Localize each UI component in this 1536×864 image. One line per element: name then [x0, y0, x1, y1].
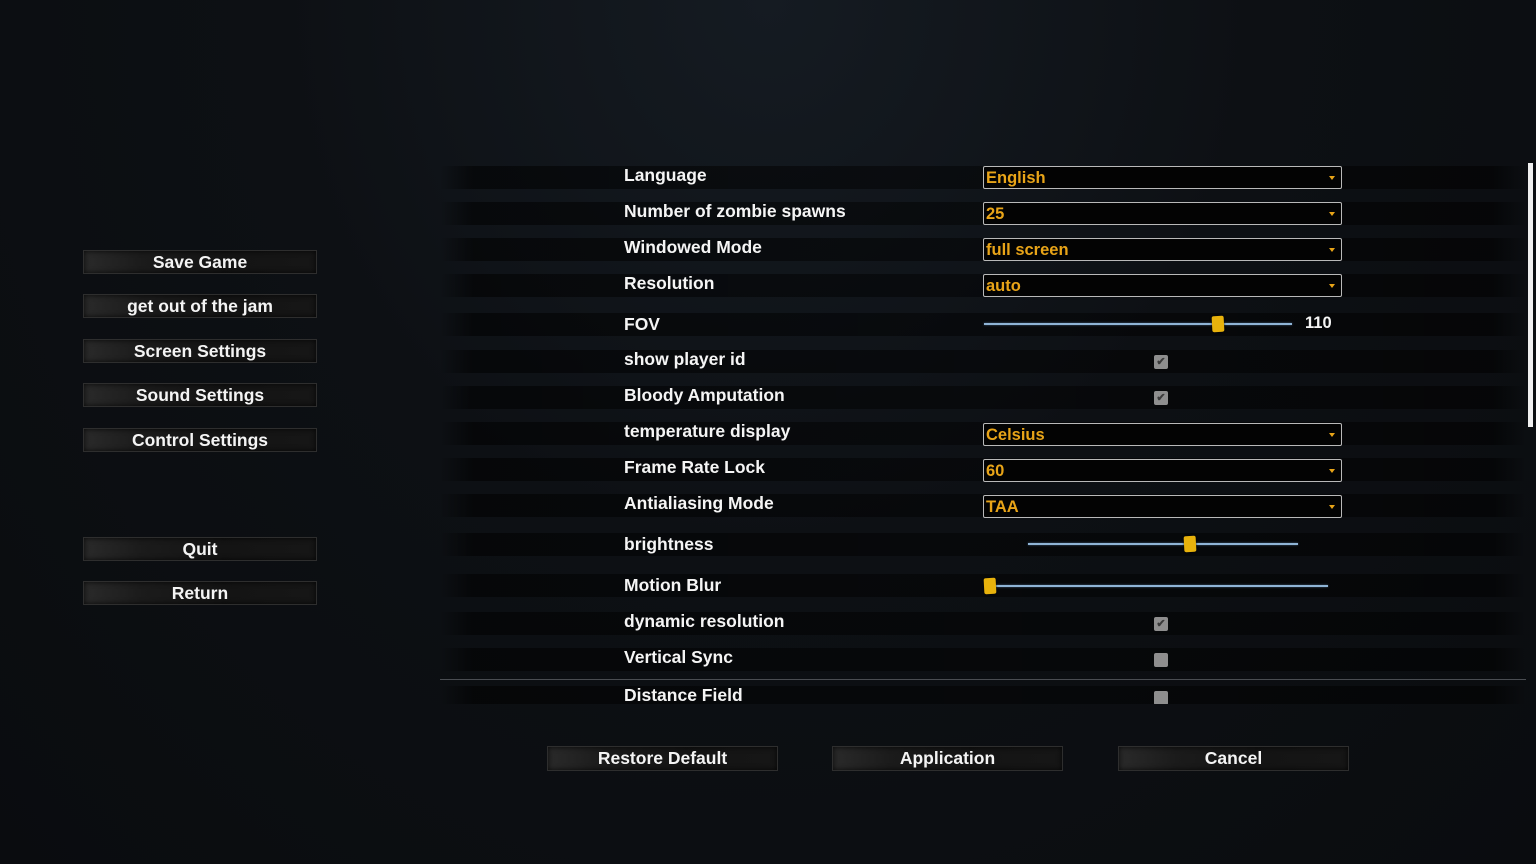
return-button[interactable]: Return	[83, 581, 317, 605]
get-out-of-jam-button[interactable]: get out of the jam	[83, 294, 317, 318]
setting-row-language: Language English	[440, 162, 1526, 198]
setting-row-fov: FOV 110	[440, 307, 1526, 347]
bloody-amputation-checkbox[interactable]: ✔	[1154, 391, 1168, 405]
row-stripe	[440, 386, 1526, 409]
antialiasing-mode-dropdown[interactable]: TAA	[983, 495, 1342, 518]
application-button[interactable]: Application	[832, 746, 1063, 771]
quit-button[interactable]: Quit	[83, 537, 317, 561]
setting-row-distance-field: Distance Field	[440, 682, 1526, 704]
frame-rate-lock-label: Frame Rate Lock	[624, 457, 766, 477]
temperature-display-value: Celsius	[986, 426, 1045, 444]
fov-slider-handle[interactable]	[1211, 315, 1225, 333]
chevron-down-icon	[1329, 433, 1335, 437]
setting-row-dynamic-resolution: dynamic resolution ✔	[440, 608, 1526, 644]
motion-blur-label: Motion Blur	[624, 575, 722, 595]
windowed-mode-dropdown[interactable]: full screen	[983, 238, 1342, 261]
show-player-id-label: show player id	[624, 349, 746, 369]
application-label: Application	[899, 748, 996, 768]
zombie-spawns-value: 25	[986, 205, 1005, 223]
get-out-of-jam-label: get out of the jam	[127, 295, 273, 316]
restore-default-label: Restore Default	[597, 748, 728, 768]
chevron-down-icon	[1329, 505, 1335, 509]
screen-settings-button[interactable]: Screen Settings	[83, 339, 317, 363]
zombie-spawns-label: Number of zombie spawns	[624, 201, 846, 221]
fov-slider-track[interactable]	[984, 323, 1292, 325]
motion-blur-slider-handle[interactable]	[983, 577, 997, 595]
sound-settings-label: Sound Settings	[135, 384, 265, 405]
checkmark-icon: ✔	[1156, 355, 1166, 368]
zombie-spawns-dropdown[interactable]: 25	[983, 202, 1342, 225]
temperature-display-dropdown[interactable]: Celsius	[983, 423, 1342, 446]
language-value: English	[986, 169, 1046, 187]
motion-blur-slider-track[interactable]	[990, 585, 1328, 587]
return-label: Return	[171, 582, 229, 603]
setting-row-vertical-sync: Vertical Sync	[440, 644, 1526, 680]
vertical-sync-label: Vertical Sync	[624, 647, 733, 667]
fov-label: FOV	[624, 314, 660, 334]
fov-value: 110	[1305, 314, 1332, 332]
row-stripe	[440, 533, 1526, 556]
brightness-label: brightness	[624, 534, 714, 554]
restore-default-button[interactable]: Restore Default	[547, 746, 778, 771]
checkmark-icon: ✔	[1156, 391, 1166, 404]
resolution-dropdown[interactable]: auto	[983, 274, 1342, 297]
screen-settings-label: Screen Settings	[133, 340, 267, 361]
dynamic-resolution-label: dynamic resolution	[624, 611, 785, 631]
setting-row-resolution: Resolution auto	[440, 270, 1526, 306]
antialiasing-mode-label: Antialiasing Mode	[624, 493, 774, 513]
distance-field-label: Distance Field	[624, 685, 743, 704]
save-game-label: Save Game	[152, 251, 248, 272]
resolution-label: Resolution	[624, 273, 715, 293]
checkmark-icon: ✔	[1156, 617, 1166, 630]
save-game-button[interactable]: Save Game	[83, 250, 317, 274]
settings-panel: Language English Number of zombie spawns…	[440, 162, 1526, 704]
sound-settings-button[interactable]: Sound Settings	[83, 383, 317, 407]
setting-row-frame-rate-lock: Frame Rate Lock 60	[440, 454, 1526, 490]
language-dropdown[interactable]: English	[983, 166, 1342, 189]
brightness-slider-track[interactable]	[1028, 543, 1298, 545]
panel-divider	[440, 679, 1526, 680]
dynamic-resolution-checkbox[interactable]: ✔	[1154, 617, 1168, 631]
brightness-slider-handle[interactable]	[1183, 535, 1197, 553]
setting-row-show-player-id: show player id ✔	[440, 346, 1526, 382]
bloody-amputation-label: Bloody Amputation	[624, 385, 785, 405]
windowed-mode-value: full screen	[986, 241, 1069, 259]
control-settings-button[interactable]: Control Settings	[83, 428, 317, 452]
row-stripe	[440, 648, 1526, 671]
language-label: Language	[624, 165, 707, 185]
windowed-mode-label: Windowed Mode	[624, 237, 762, 257]
temperature-display-label: temperature display	[624, 421, 791, 441]
row-stripe	[440, 612, 1526, 635]
row-stripe	[440, 313, 1526, 336]
setting-row-temperature-display: temperature display Celsius	[440, 418, 1526, 454]
chevron-down-icon	[1329, 469, 1335, 473]
setting-row-antialiasing-mode: Antialiasing Mode TAA	[440, 490, 1526, 526]
row-stripe	[440, 686, 1526, 704]
setting-row-windowed-mode: Windowed Mode full screen	[440, 234, 1526, 270]
cancel-button[interactable]: Cancel	[1118, 746, 1349, 771]
vertical-sync-checkbox[interactable]	[1154, 653, 1168, 667]
cancel-label: Cancel	[1204, 748, 1263, 768]
row-stripe	[440, 350, 1526, 373]
frame-rate-lock-dropdown[interactable]: 60	[983, 459, 1342, 482]
chevron-down-icon	[1329, 284, 1335, 288]
antialiasing-mode-value: TAA	[986, 498, 1019, 516]
setting-row-motion-blur: Motion Blur	[440, 568, 1526, 608]
chevron-down-icon	[1329, 212, 1335, 216]
settings-scrollbar[interactable]	[1528, 163, 1533, 427]
setting-row-brightness: brightness	[440, 527, 1526, 567]
setting-row-zombie-spawns: Number of zombie spawns 25	[440, 198, 1526, 234]
setting-row-bloody-amputation: Bloody Amputation ✔	[440, 382, 1526, 418]
control-settings-label: Control Settings	[131, 429, 269, 450]
quit-label: Quit	[182, 538, 218, 559]
chevron-down-icon	[1329, 176, 1335, 180]
resolution-value: auto	[986, 277, 1021, 295]
distance-field-checkbox[interactable]	[1154, 691, 1168, 704]
show-player-id-checkbox[interactable]: ✔	[1154, 355, 1168, 369]
frame-rate-lock-value: 60	[986, 462, 1005, 480]
chevron-down-icon	[1329, 248, 1335, 252]
